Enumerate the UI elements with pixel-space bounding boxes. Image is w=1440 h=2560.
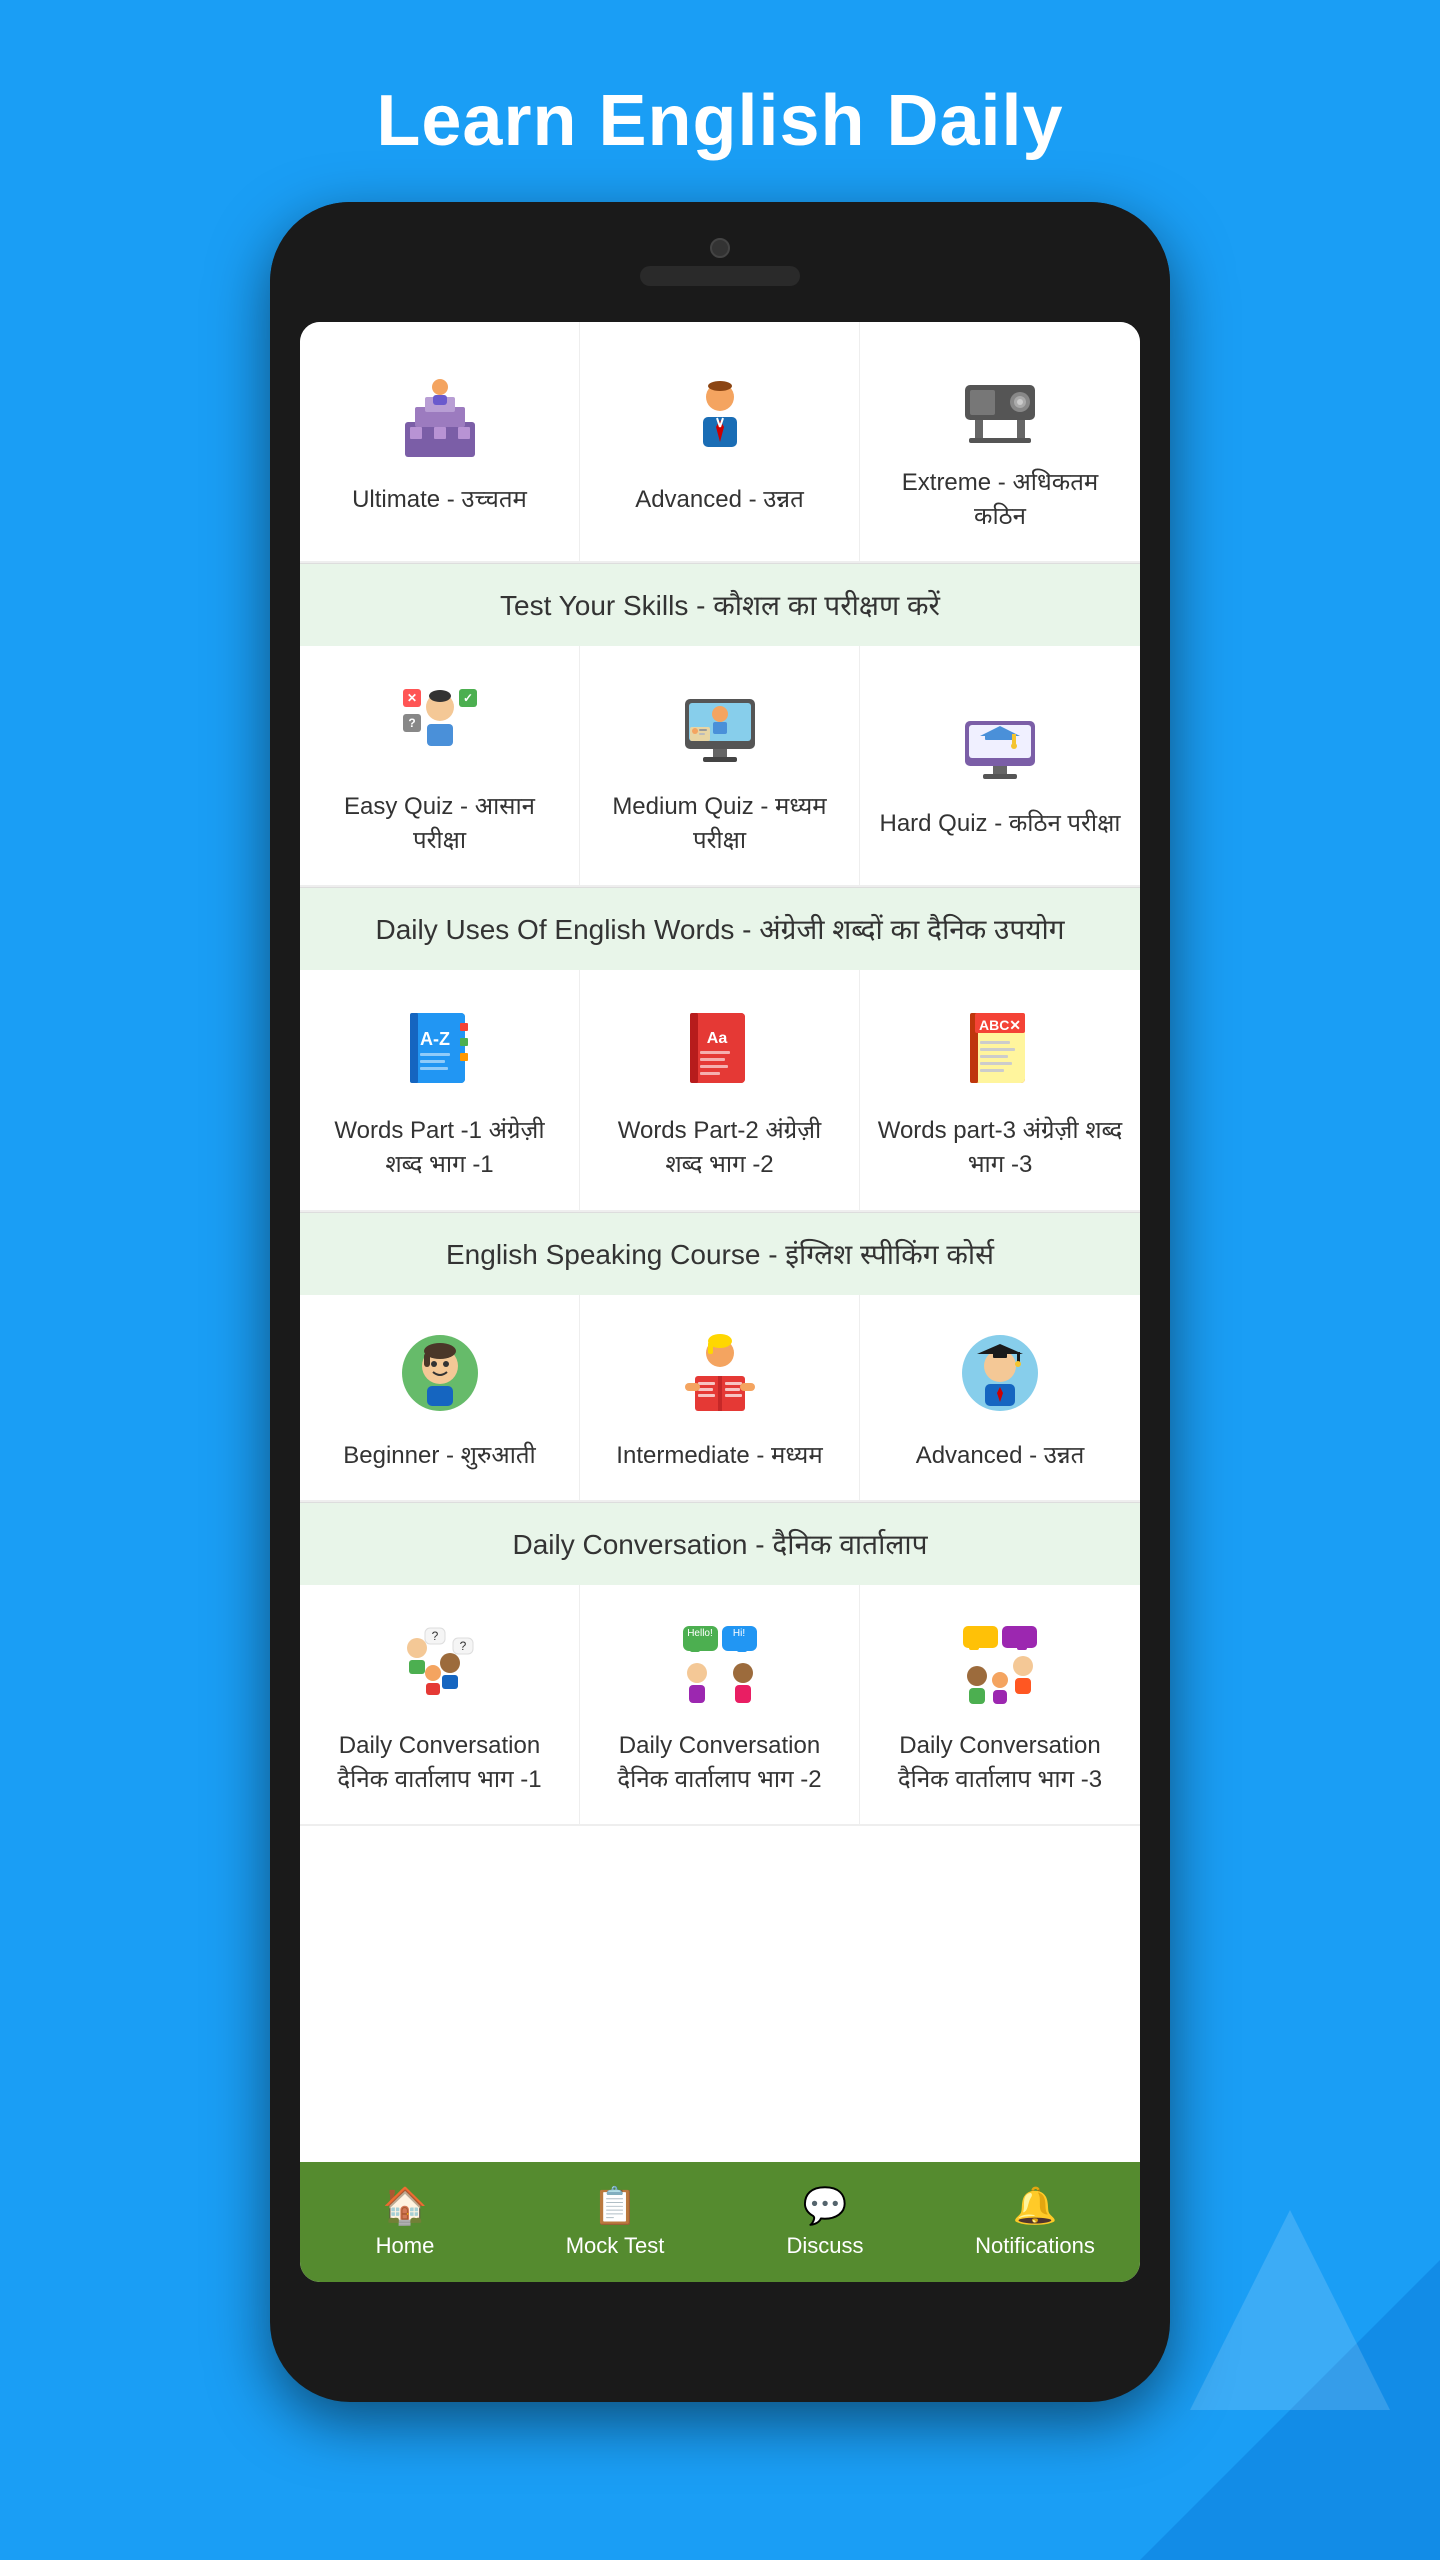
hard-quiz-label: Hard Quiz - कठिन परीक्षा (879, 807, 1120, 841)
intermediate-label: Intermediate - मध्यम (616, 1439, 822, 1473)
extreme-item[interactable]: Extreme - अधिकतम कठिन (860, 322, 1140, 562)
advanced-speaking-icon (950, 1323, 1050, 1423)
words-1-item[interactable]: A-Z Words Part -1 अंग्रेज़ी शब्द भाग -1 (300, 970, 580, 1210)
nav-mock-test[interactable]: 📋 Mock Test (510, 2162, 720, 2282)
extreme-icon (950, 350, 1050, 450)
beginner-label: Beginner - शुरुआती (343, 1439, 536, 1473)
medium-quiz-item[interactable]: Medium Quiz - मध्यम परीक्षा (580, 646, 860, 886)
svg-text:Hello!: Hello! (687, 1628, 713, 1639)
speaking-grid: Beginner - शुरुआती (300, 1295, 1140, 1503)
phone-camera (710, 238, 730, 258)
conversation-grid: ? ? Daily Conversation दैनिक वार्तालाप भ… (300, 1585, 1140, 1826)
svg-text:?: ? (459, 1639, 466, 1653)
beginner-icon (390, 1323, 490, 1423)
medium-quiz-label: Medium Quiz - मध्यम परीक्षा (596, 790, 843, 857)
nav-home[interactable]: 🏠 Home (300, 2162, 510, 2282)
phone-top (270, 202, 1170, 322)
words-2-label: Words Part-2 अंग्रेज़ी शब्द भाग -2 (596, 1114, 843, 1181)
words-grid: A-Z Words Part -1 अंग्रेज़ी शब्द भाग -1 (300, 970, 1140, 1211)
words-3-icon: ABC✕ (950, 998, 1050, 1098)
advanced-level-label: Advanced - उन्नत (635, 483, 804, 517)
home-icon: 🏠 (383, 2185, 428, 2227)
bottom-navigation: 🏠 Home 📋 Mock Test 💬 Discuss 🔔 Notificat… (300, 2162, 1140, 2282)
mock-test-icon: 📋 (593, 2185, 638, 2227)
conversation-1-icon: ? ? (390, 1613, 490, 1713)
hard-quiz-item[interactable]: Hard Quiz - कठिन परीक्षा (860, 646, 1140, 886)
advanced-level-item[interactable]: Advanced - उन्नत (580, 322, 860, 562)
phone-frame: Ultimate - उच्चतम (270, 202, 1170, 2402)
conversation-3-label: Daily Conversation दैनिक वार्तालाप भाग -… (876, 1729, 1124, 1796)
svg-text:Hi!: Hi! (732, 1628, 744, 1639)
easy-quiz-label: Easy Quiz - आसान परीक्षा (316, 790, 563, 857)
words-3-label: Words part-3 अंग्रेज़ी शब्द भाग -3 (876, 1114, 1124, 1181)
svg-text:?: ? (408, 716, 415, 730)
words-2-icon: Aa (670, 998, 770, 1098)
notifications-icon: 🔔 (1013, 2185, 1058, 2227)
phone-speaker (640, 266, 800, 286)
screen-content[interactable]: Ultimate - उच्चतम (300, 322, 1140, 2162)
medium-quiz-icon (670, 674, 770, 774)
conversation-3-icon (950, 1613, 1050, 1713)
phone-screen: Ultimate - उच्चतम (300, 322, 1140, 2282)
words-2-item[interactable]: Aa Words Part-2 अंग्रेज़ी शब्द भाग -2 (580, 970, 860, 1210)
nav-discuss[interactable]: 💬 Discuss (720, 2162, 930, 2282)
conversation-1-item[interactable]: ? ? Daily Conversation दैनिक वार्तालाप भ… (300, 1585, 580, 1825)
intermediate-icon (670, 1323, 770, 1423)
quiz-grid: ✕ ? ✓ Easy Quiz - आसान परीक्षा (300, 646, 1140, 887)
beginner-item[interactable]: Beginner - शुरुआती (300, 1295, 580, 1502)
words-section-header: Daily Uses Of English Words - अंग्रेजी श… (300, 887, 1140, 970)
nav-mock-test-label: Mock Test (566, 2233, 665, 2259)
levels-grid: Ultimate - उच्चतम (300, 322, 1140, 563)
advanced-speaking-item[interactable]: Advanced - उन्नत (860, 1295, 1140, 1502)
hard-quiz-icon (950, 691, 1050, 791)
advanced-speaking-label: Advanced - उन्नत (916, 1439, 1085, 1473)
ultimate-label: Ultimate - उच्चतम (352, 483, 527, 517)
conversation-section-header: Daily Conversation - दैनिक वार्तालाप (300, 1502, 1140, 1585)
svg-text:ABC✕: ABC✕ (979, 1017, 1021, 1033)
svg-text:✓: ✓ (462, 691, 472, 705)
speaking-section-header: English Speaking Course - इंग्लिश स्पीकि… (300, 1212, 1140, 1295)
app-title: Learn English Daily (376, 80, 1063, 162)
conversation-2-icon: Hello! Hi! (670, 1613, 770, 1713)
conversation-2-label: Daily Conversation दैनिक वार्तालाप भाग -… (596, 1729, 843, 1796)
words-1-label: Words Part -1 अंग्रेज़ी शब्द भाग -1 (316, 1114, 563, 1181)
quiz-section-header: Test Your Skills - कौशल का परीक्षण करें (300, 563, 1140, 646)
words-3-item[interactable]: ABC✕ Words part-3 अंग्रेज़ी शब्द भाग -3 (860, 970, 1140, 1210)
discuss-icon: 💬 (803, 2185, 848, 2227)
advanced-level-icon (670, 367, 770, 467)
conversation-1-label: Daily Conversation दैनिक वार्तालाप भाग -… (316, 1729, 563, 1796)
svg-text:✕: ✕ (406, 691, 416, 705)
extreme-label: Extreme - अधिकतम कठिन (876, 466, 1124, 533)
svg-text:Aa: Aa (706, 1030, 727, 1047)
nav-home-label: Home (376, 2233, 435, 2259)
intermediate-item[interactable]: Intermediate - मध्यम (580, 1295, 860, 1502)
ultimate-icon (390, 367, 490, 467)
svg-text:A-Z: A-Z (420, 1029, 450, 1049)
easy-quiz-icon: ✕ ? ✓ (390, 674, 490, 774)
ultimate-item[interactable]: Ultimate - उच्चतम (300, 322, 580, 562)
nav-notifications[interactable]: 🔔 Notifications (930, 2162, 1140, 2282)
nav-discuss-label: Discuss (786, 2233, 863, 2259)
conversation-3-item[interactable]: Daily Conversation दैनिक वार्तालाप भाग -… (860, 1585, 1140, 1825)
svg-text:?: ? (431, 1629, 438, 1643)
easy-quiz-item[interactable]: ✕ ? ✓ Easy Quiz - आसान परीक्षा (300, 646, 580, 886)
words-1-icon: A-Z (390, 998, 490, 1098)
nav-notifications-label: Notifications (975, 2233, 1095, 2259)
conversation-2-item[interactable]: Hello! Hi! Daily (580, 1585, 860, 1825)
